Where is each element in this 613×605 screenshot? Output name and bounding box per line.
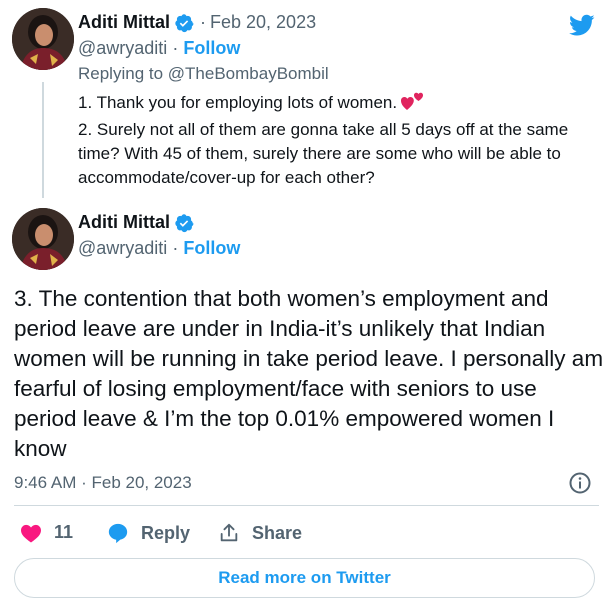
like-count: 11 (54, 522, 74, 542)
read-more-button[interactable]: Read more on Twitter (14, 558, 595, 598)
replying-to[interactable]: Replying to @TheBombayBombil (78, 64, 329, 84)
reply-button[interactable]: Reply (107, 522, 190, 544)
follow-button[interactable]: Follow (183, 238, 240, 258)
separator: · (172, 38, 179, 58)
avatar[interactable] (12, 208, 74, 270)
thread-line (42, 82, 44, 198)
avatar-image (12, 8, 74, 70)
info-icon[interactable] (568, 471, 592, 495)
tweet-timestamp[interactable]: 9:46 AM · Feb 20, 2023 (14, 473, 192, 493)
separator: · (200, 12, 206, 32)
avatar[interactable] (12, 8, 74, 70)
verified-badge-icon (175, 213, 194, 232)
main-author-row: Aditi Mittal (78, 212, 194, 233)
reply-tweet-text: 1. Thank you for employing lots of women… (78, 91, 593, 190)
main-handle-row: @awryaditi · Follow (78, 238, 240, 259)
author-handle[interactable]: @awryaditi (78, 238, 167, 258)
share-icon (220, 523, 238, 542)
avatar-image (12, 208, 74, 270)
reply-bubble-icon (108, 523, 128, 544)
tweet-date[interactable]: Feb 20, 2023 (210, 12, 316, 33)
heart-icon (21, 524, 41, 543)
two-hearts-emoji-icon (401, 91, 425, 118)
author-name[interactable]: Aditi Mittal (78, 212, 170, 233)
author-name[interactable]: Aditi Mittal (78, 12, 170, 33)
follow-button[interactable]: Follow (183, 38, 240, 58)
reply-author-row: Aditi Mittal · Feb 20, 2023 (78, 12, 316, 33)
separator: · (172, 238, 179, 258)
reply-line: 2. Surely not all of them are gonna take… (78, 120, 569, 187)
share-button[interactable]: Share (218, 522, 302, 544)
reply-label: Reply (141, 522, 191, 543)
divider (14, 505, 599, 506)
reply-line: 1. Thank you for employing lots of women… (78, 91, 593, 118)
author-handle[interactable]: @awryaditi (78, 38, 167, 58)
verified-badge-icon (175, 13, 194, 32)
like-button[interactable]: 11 (20, 522, 73, 543)
main-tweet-text: 3. The contention that both women’s empl… (14, 286, 604, 461)
reply-handle-row: @awryaditi · Follow (78, 38, 240, 59)
twitter-bird-icon[interactable] (567, 12, 597, 38)
share-label: Share (252, 522, 303, 543)
